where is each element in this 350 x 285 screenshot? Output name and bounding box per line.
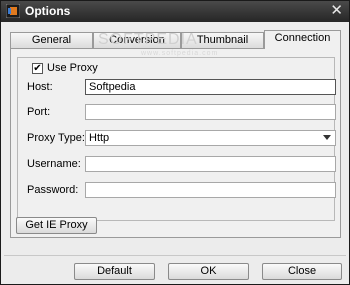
ok-button[interactable]: OK bbox=[168, 263, 249, 280]
port-label: Port: bbox=[27, 106, 51, 118]
password-label: Password: bbox=[27, 184, 79, 196]
tab-general[interactable]: General bbox=[10, 32, 93, 48]
password-field[interactable] bbox=[85, 182, 336, 198]
proxy-type-select[interactable]: Http bbox=[85, 130, 336, 146]
chevron-down-icon[interactable] bbox=[323, 135, 331, 140]
close-button[interactable]: Close bbox=[262, 263, 342, 280]
username-label: Username: bbox=[27, 158, 81, 170]
options-window: Options ✕ General Conversion Thumbnail C… bbox=[0, 0, 350, 285]
proxy-group: ✔ Use Proxy Host: Softpedia Port: Proxy … bbox=[17, 57, 336, 221]
client-area: General Conversion Thumbnail Connection … bbox=[4, 23, 346, 281]
get-ie-proxy-button[interactable]: Get IE Proxy bbox=[16, 217, 97, 234]
close-icon[interactable]: ✕ bbox=[330, 3, 343, 19]
watermark-url: www.softpedia.com bbox=[141, 50, 219, 57]
app-icon bbox=[6, 4, 20, 18]
use-proxy-checkbox[interactable]: ✔ bbox=[32, 62, 43, 74]
divider bbox=[4, 255, 346, 256]
window-title: Options bbox=[25, 4, 71, 18]
watermark: SOFTPEDIA bbox=[98, 31, 198, 48]
use-proxy-toggle[interactable]: ✔ Use Proxy bbox=[29, 61, 101, 75]
use-proxy-label: Use Proxy bbox=[47, 62, 98, 74]
tab-connection[interactable]: Connection bbox=[264, 30, 341, 49]
port-field[interactable] bbox=[85, 104, 336, 120]
default-button[interactable]: Default bbox=[74, 263, 155, 280]
host-label: Host: bbox=[27, 81, 53, 93]
title-bar[interactable]: Options ✕ bbox=[1, 1, 349, 22]
proxy-type-value: Http bbox=[89, 132, 110, 144]
host-field[interactable]: Softpedia bbox=[85, 79, 336, 95]
username-field[interactable] bbox=[85, 156, 336, 172]
connection-panel: ✔ Use Proxy Host: Softpedia Port: Proxy … bbox=[10, 48, 341, 238]
proxy-type-label: Proxy Type: bbox=[27, 132, 85, 144]
